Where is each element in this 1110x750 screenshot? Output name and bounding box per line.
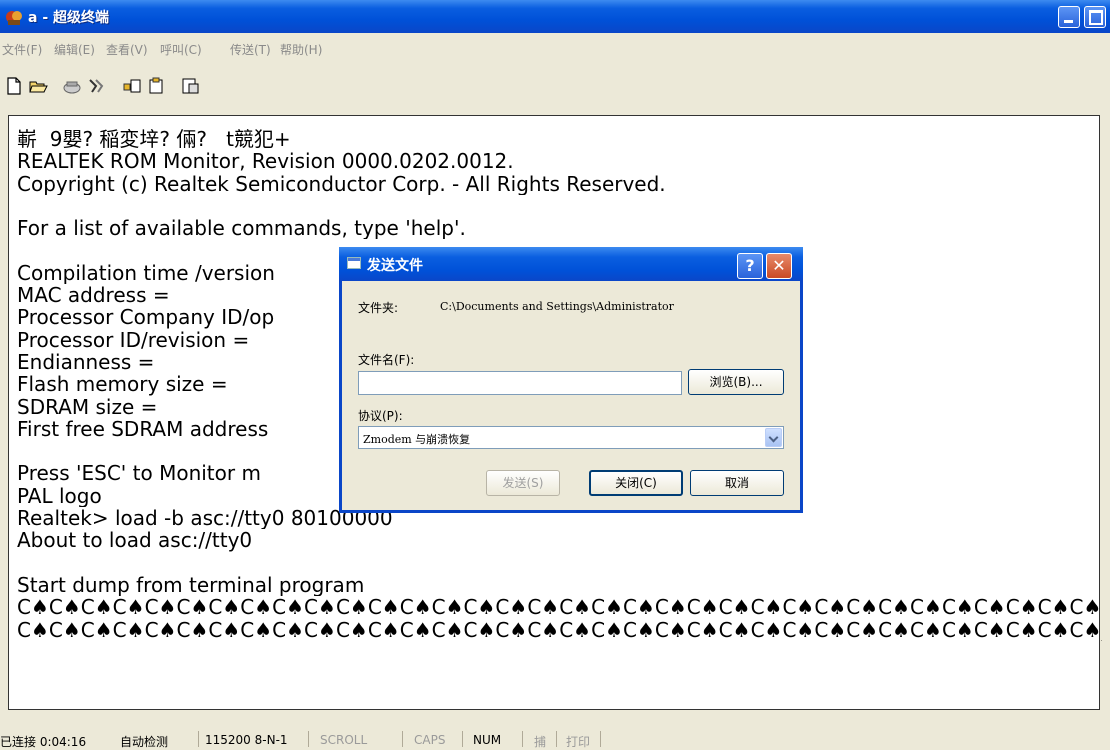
menu-file[interactable]: 文件(F) xyxy=(2,41,42,58)
terminal-line: C♠C♠C♠C♠C♠C♠C♠C♠C♠C♠C♠C♠C♠C♠C♠C♠C♠C♠C♠C♠… xyxy=(17,618,1102,641)
folder-path: C:\Documents and Settings\Administrator xyxy=(440,300,674,313)
status-bar: 已连接 0:04:16 自动检测 115200 8-N-1 SCROLL CAP… xyxy=(0,729,1110,749)
help-button[interactable]: ? xyxy=(737,253,763,279)
disconnect-icon[interactable] xyxy=(86,76,106,96)
open-icon[interactable] xyxy=(28,76,48,96)
filename-label: 文件名(F): xyxy=(358,353,415,367)
status-caps: CAPS xyxy=(414,733,446,747)
menu-view[interactable]: 查看(V) xyxy=(106,41,148,58)
terminal-line: C♠C♠C♠C♠C♠C♠C♠C♠C♠C♠C♠C♠C♠C♠C♠C♠C♠C♠C♠C♠… xyxy=(17,596,1102,619)
status-params: 115200 8-N-1 xyxy=(205,733,288,747)
window-title: a - 超级终端 xyxy=(28,10,110,26)
filename-input[interactable] xyxy=(358,371,682,395)
hyperterminal-icon xyxy=(6,11,22,25)
menu-call[interactable]: 呼叫(C) xyxy=(160,41,202,58)
chevron-down-icon[interactable] xyxy=(765,428,782,447)
status-detect: 自动检测 xyxy=(120,735,169,749)
protocol-label: 协议(P): xyxy=(358,409,403,423)
toolbar xyxy=(0,72,1110,104)
dialog-title: 发送文件 xyxy=(367,258,423,274)
terminal-line: REALTEK ROM Monitor, Revision 0000.0202.… xyxy=(17,150,514,173)
send-button[interactable]: 发送(S) xyxy=(486,470,560,496)
status-print: 打印 xyxy=(566,735,591,749)
minimize-button[interactable] xyxy=(1058,6,1080,28)
status-scroll: SCROLL xyxy=(320,733,368,747)
status-capture: 捕 xyxy=(534,735,547,749)
terminal-line: About to load asc://tty0 xyxy=(17,529,253,552)
cancel-button[interactable]: 取消 xyxy=(690,470,784,496)
protocol-select[interactable]: Zmodem 与崩溃恢复 xyxy=(358,426,784,449)
status-num: NUM xyxy=(473,733,502,747)
dialog-title-bar[interactable]: 发送文件 ? ✕ xyxy=(339,247,803,281)
protocol-value: Zmodem 与崩溃恢复 xyxy=(363,433,471,446)
terminal-line: Copyright (c) Realtek Semiconductor Corp… xyxy=(17,172,666,195)
properties-icon[interactable] xyxy=(180,76,200,96)
maximize-button[interactable] xyxy=(1084,6,1106,28)
terminal-line: Start dump from terminal program xyxy=(17,573,365,597)
status-connection: 已连接 0:04:16 xyxy=(0,735,87,749)
title-bar[interactable]: a - 超级终端 xyxy=(0,0,1110,33)
connect-icon[interactable] xyxy=(62,76,82,96)
terminal-line: 嶄 9嬰? 稲変垶? 倆? t競犯+ xyxy=(17,128,291,151)
receive-icon[interactable] xyxy=(146,76,166,96)
close-icon[interactable]: ✕ xyxy=(766,253,792,279)
window-icon xyxy=(347,257,361,269)
menu-help[interactable]: 帮助(H) xyxy=(280,41,322,58)
browse-button[interactable]: 浏览(B)... xyxy=(688,369,784,395)
send-file-dialog: 发送文件 ? ✕ 文件夹: C:\Documents and Settings\… xyxy=(339,247,803,513)
new-icon[interactable] xyxy=(4,76,24,96)
close-button[interactable]: 关闭(C) xyxy=(589,470,683,496)
menu-bar: 文件(F) 编辑(E) 查看(V) 呼叫(C) 传送(T) 帮助(H) xyxy=(0,36,1110,58)
terminal-line: For a list of available commands, type '… xyxy=(17,217,466,240)
menu-transfer[interactable]: 传送(T) xyxy=(230,41,271,58)
folder-label: 文件夹: xyxy=(358,301,399,315)
menu-edit[interactable]: 编辑(E) xyxy=(54,41,95,58)
send-icon[interactable] xyxy=(122,76,142,96)
